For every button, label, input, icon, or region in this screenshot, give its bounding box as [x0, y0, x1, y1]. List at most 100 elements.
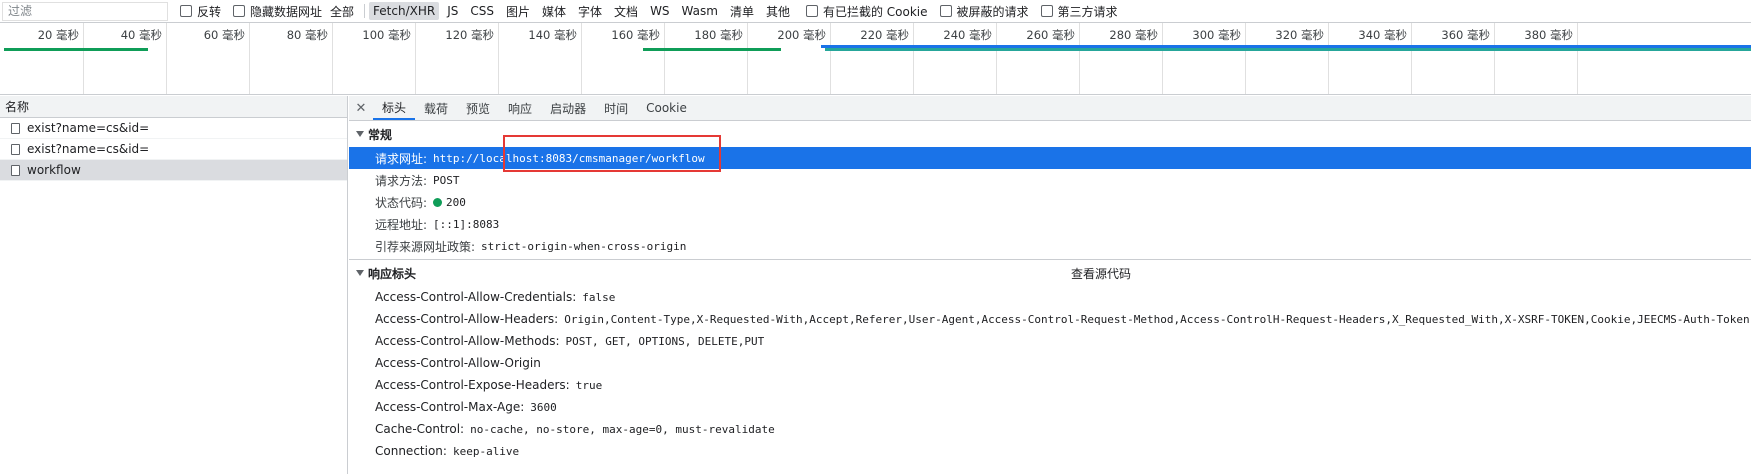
response-header-row[interactable]: Cache-Control: no-cache, no-store, max-a… — [349, 418, 1751, 440]
type-filter-wasm[interactable]: Wasm — [678, 2, 722, 20]
invert-label: 反转 — [197, 4, 222, 19]
response-header-row[interactable]: Access-Control-Allow-Credentials: false — [349, 286, 1751, 308]
blocked-cookies-checkbox[interactable]: 有已拦截的 Cookie — [805, 3, 928, 20]
general-section-toggle[interactable]: 常规 — [349, 121, 1751, 147]
header-key: Access-Control-Allow-Origin — [375, 356, 541, 370]
timeline-tick-label: 240 毫秒 — [943, 28, 992, 42]
timeline-tick-label: 140 毫秒 — [528, 28, 577, 42]
timeline-overview[interactable]: 20 毫秒 40 毫秒 60 毫秒 80 毫秒 100 毫秒 120 毫秒 140 毫秒 16… — [0, 23, 1751, 95]
header-key: 状态代码: — [375, 195, 428, 210]
tab-cookies[interactable]: Cookie — [637, 96, 696, 120]
filter-input[interactable] — [2, 1, 168, 21]
timeline-request-bar — [4, 48, 148, 51]
third-party-label: 第三方请求 — [1057, 4, 1118, 19]
checkbox-box[interactable] — [233, 5, 246, 17]
timeline-tick-label: 200 毫秒 — [777, 28, 826, 42]
type-filter-doc[interactable]: 文档 — [610, 1, 642, 22]
name-column-header[interactable]: 名称 — [0, 96, 347, 118]
tab-headers[interactable]: 标头 — [373, 96, 416, 120]
hide-data-urls-checkbox[interactable]: 隐藏数据网址 — [233, 3, 322, 20]
filter-bar: 反转 隐藏数据网址 全部 Fetch/XHR JS CSS 图片 媒体 字体 文… — [0, 0, 1751, 23]
third-party-checkbox[interactable]: 第三方请求 — [1040, 3, 1118, 20]
status-ok-icon — [433, 197, 443, 207]
request-row-selected[interactable]: workflow — [0, 160, 347, 181]
request-url-row[interactable]: 请求网址: http://localhost:8083/cmsmanager/w… — [349, 147, 1751, 169]
blocked-requests-label: 被屏蔽的请求 — [956, 4, 1029, 19]
header-value: 200 — [446, 195, 466, 209]
type-filter-manifest[interactable]: 清单 — [726, 1, 758, 22]
view-source-link[interactable]: 查看源代码 — [1071, 265, 1131, 282]
checkbox-box[interactable] — [805, 5, 818, 17]
request-name: exist?name=cs&id= — [27, 142, 150, 156]
timeline-tick-label: 80 毫秒 — [286, 28, 328, 42]
referrer-policy-row[interactable]: 引荐来源网址政策: strict-origin-when-cross-origi… — [349, 235, 1751, 257]
timeline-gridline — [1577, 23, 1578, 94]
type-filter-fetch-xhr[interactable]: Fetch/XHR — [369, 2, 440, 20]
header-value: http://localhost:8083/cmsmanager/workflo… — [433, 151, 705, 165]
header-key: 请求网址: — [375, 151, 428, 166]
tab-preview[interactable]: 预览 — [457, 96, 499, 120]
header-key: 引荐来源网址政策: — [375, 239, 476, 254]
header-key: Access-Control-Expose-Headers: — [375, 378, 570, 392]
timeline-tick-label: 160 毫秒 — [611, 28, 660, 42]
general-section-title: 常规 — [368, 127, 393, 142]
header-key: Cache-Control: — [375, 422, 465, 436]
tab-response[interactable]: 响应 — [499, 96, 541, 120]
request-row[interactable]: exist?name=cs&id= — [0, 118, 347, 139]
divider — [364, 4, 366, 18]
remote-address-row[interactable]: 远程地址: [::1]:8083 — [349, 213, 1751, 235]
type-filter-js[interactable]: JS — [443, 2, 462, 20]
timeline-tick-label: 20 毫秒 — [37, 28, 79, 42]
response-header-row[interactable]: Access-Control-Allow-Origin — [349, 352, 1751, 374]
hide-data-urls-label: 隐藏数据网址 — [250, 4, 323, 19]
timeline-tick-label: 320 毫秒 — [1275, 28, 1324, 42]
timeline-tick-label: 120 毫秒 — [445, 28, 494, 42]
triangle-down-icon — [356, 270, 364, 276]
request-method-row[interactable]: 请求方法: POST — [349, 169, 1751, 191]
header-value: strict-origin-when-cross-origin — [481, 239, 687, 253]
timeline-request-bar — [643, 48, 781, 51]
request-detail-panel: ✕ 标头 载荷 预览 响应 启动器 时间 Cookie 常规 请求网址: htt… — [349, 96, 1751, 474]
response-header-row[interactable]: Access-Control-Max-Age: 3600 — [349, 396, 1751, 418]
tab-initiator[interactable]: 启动器 — [541, 96, 595, 120]
invert-checkbox[interactable]: 反转 — [180, 3, 221, 20]
type-filter-media[interactable]: 媒体 — [538, 1, 570, 22]
type-filter-css[interactable]: CSS — [466, 2, 498, 20]
timeline-tick-label: 360 毫秒 — [1441, 28, 1490, 42]
response-header-row[interactable]: Access-Control-Expose-Headers: true — [349, 374, 1751, 396]
status-code-row[interactable]: 状态代码: 200 — [349, 191, 1751, 213]
timeline-tick-label: 220 毫秒 — [860, 28, 909, 42]
response-header-row[interactable]: Access-Control-Allow-Headers: Origin,Con… — [349, 308, 1751, 330]
type-filter-img[interactable]: 图片 — [502, 1, 534, 22]
type-filter-other[interactable]: 其他 — [762, 1, 794, 22]
type-filter-all[interactable]: 全部 — [326, 1, 358, 22]
blocked-requests-checkbox[interactable]: 被屏蔽的请求 — [939, 3, 1029, 20]
tab-timing[interactable]: 时间 — [595, 96, 637, 120]
checkbox-box[interactable] — [1040, 5, 1053, 17]
timeline-tick-label: 180 毫秒 — [694, 28, 743, 42]
timeline-tick-label: 340 毫秒 — [1358, 28, 1407, 42]
triangle-down-icon — [356, 131, 364, 137]
response-headers-section-toggle[interactable]: 响应标头 查看源代码 — [349, 260, 1751, 286]
response-header-row[interactable]: Connection: keep-alive — [349, 440, 1751, 462]
header-key: Access-Control-Allow-Credentials: — [375, 290, 577, 304]
header-key: Connection: — [375, 444, 447, 458]
request-name: exist?name=cs&id= — [27, 121, 150, 135]
file-icon — [11, 164, 20, 176]
timeline-request-bar — [825, 48, 1751, 51]
type-filter-font[interactable]: 字体 — [574, 1, 606, 22]
request-row[interactable]: exist?name=cs&id= — [0, 139, 347, 160]
header-value: [::1]:8083 — [433, 217, 500, 231]
header-value: keep-alive — [452, 444, 520, 458]
request-list: 名称 exist?name=cs&id= exist?name=cs&id= w… — [0, 96, 348, 474]
response-header-row[interactable]: Access-Control-Allow-Methods: POST, GET,… — [349, 330, 1751, 352]
request-name: workflow — [27, 163, 81, 177]
header-value: POST — [433, 173, 460, 187]
header-key: Access-Control-Allow-Methods: — [375, 334, 560, 348]
tab-payload[interactable]: 载荷 — [415, 96, 457, 120]
type-filter-ws[interactable]: WS — [646, 2, 673, 20]
header-key: 请求方法: — [375, 173, 428, 188]
checkbox-box[interactable] — [939, 5, 952, 17]
close-icon[interactable]: ✕ — [349, 96, 373, 120]
checkbox-box[interactable] — [180, 5, 192, 17]
